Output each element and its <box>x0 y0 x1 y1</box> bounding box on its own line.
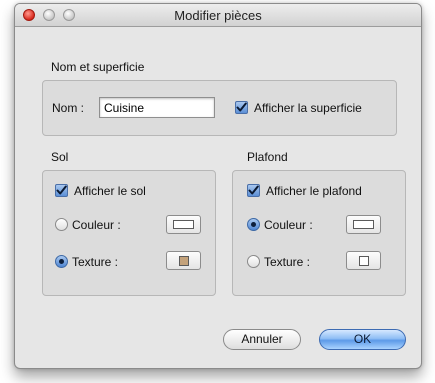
show-floor-checkbox[interactable] <box>55 184 68 197</box>
ceiling-color-label: Couleur : <box>264 218 313 232</box>
floor-texture-radio[interactable] <box>55 255 68 268</box>
floor-color-swatch <box>173 220 194 229</box>
floor-texture-label: Texture : <box>72 255 119 269</box>
modify-rooms-dialog: Modifier pièces Nom et superficie Nom : … <box>14 3 422 369</box>
window-title: Modifier pièces <box>174 8 262 23</box>
checkmark-icon <box>56 185 67 195</box>
show-ceiling-checkbox[interactable] <box>247 184 260 197</box>
floor-group-label: Sol <box>51 150 69 164</box>
ceiling-color-swatch-button[interactable] <box>346 215 381 234</box>
ceiling-group-box: Afficher le plafond Couleur : Texture : <box>232 170 406 296</box>
ceiling-color-radio[interactable] <box>247 218 260 231</box>
name-area-group-label: Nom et superficie <box>51 60 145 74</box>
floor-color-radio[interactable] <box>55 218 68 231</box>
name-area-group-box: Nom : Afficher la superficie <box>42 80 397 136</box>
ceiling-texture-swatch <box>359 256 369 266</box>
show-area-checkbox[interactable] <box>235 101 248 114</box>
ceiling-texture-radio[interactable] <box>247 255 260 268</box>
ceiling-texture-label: Texture : <box>264 255 311 269</box>
name-label: Nom : <box>52 101 85 115</box>
floor-group-box: Afficher le sol Couleur : Texture : <box>42 170 216 296</box>
title-bar: Modifier pièces <box>15 4 421 27</box>
checkmark-icon <box>248 185 259 195</box>
show-ceiling-label: Afficher le plafond <box>266 184 362 198</box>
floor-texture-swatch-button[interactable] <box>166 251 201 270</box>
name-input[interactable] <box>99 97 215 118</box>
floor-texture-swatch <box>179 256 189 266</box>
floor-color-label: Couleur : <box>72 218 121 232</box>
ceiling-texture-swatch-button[interactable] <box>346 251 381 270</box>
cancel-button[interactable]: Annuler <box>223 329 301 350</box>
checkmark-icon <box>236 102 247 112</box>
show-area-label: Afficher la superficie <box>254 101 362 115</box>
ok-button[interactable]: OK <box>319 329 406 350</box>
ceiling-color-swatch <box>353 220 374 229</box>
show-floor-label: Afficher le sol <box>74 184 146 198</box>
floor-color-swatch-button[interactable] <box>166 215 201 234</box>
ceiling-group-label: Plafond <box>247 150 288 164</box>
